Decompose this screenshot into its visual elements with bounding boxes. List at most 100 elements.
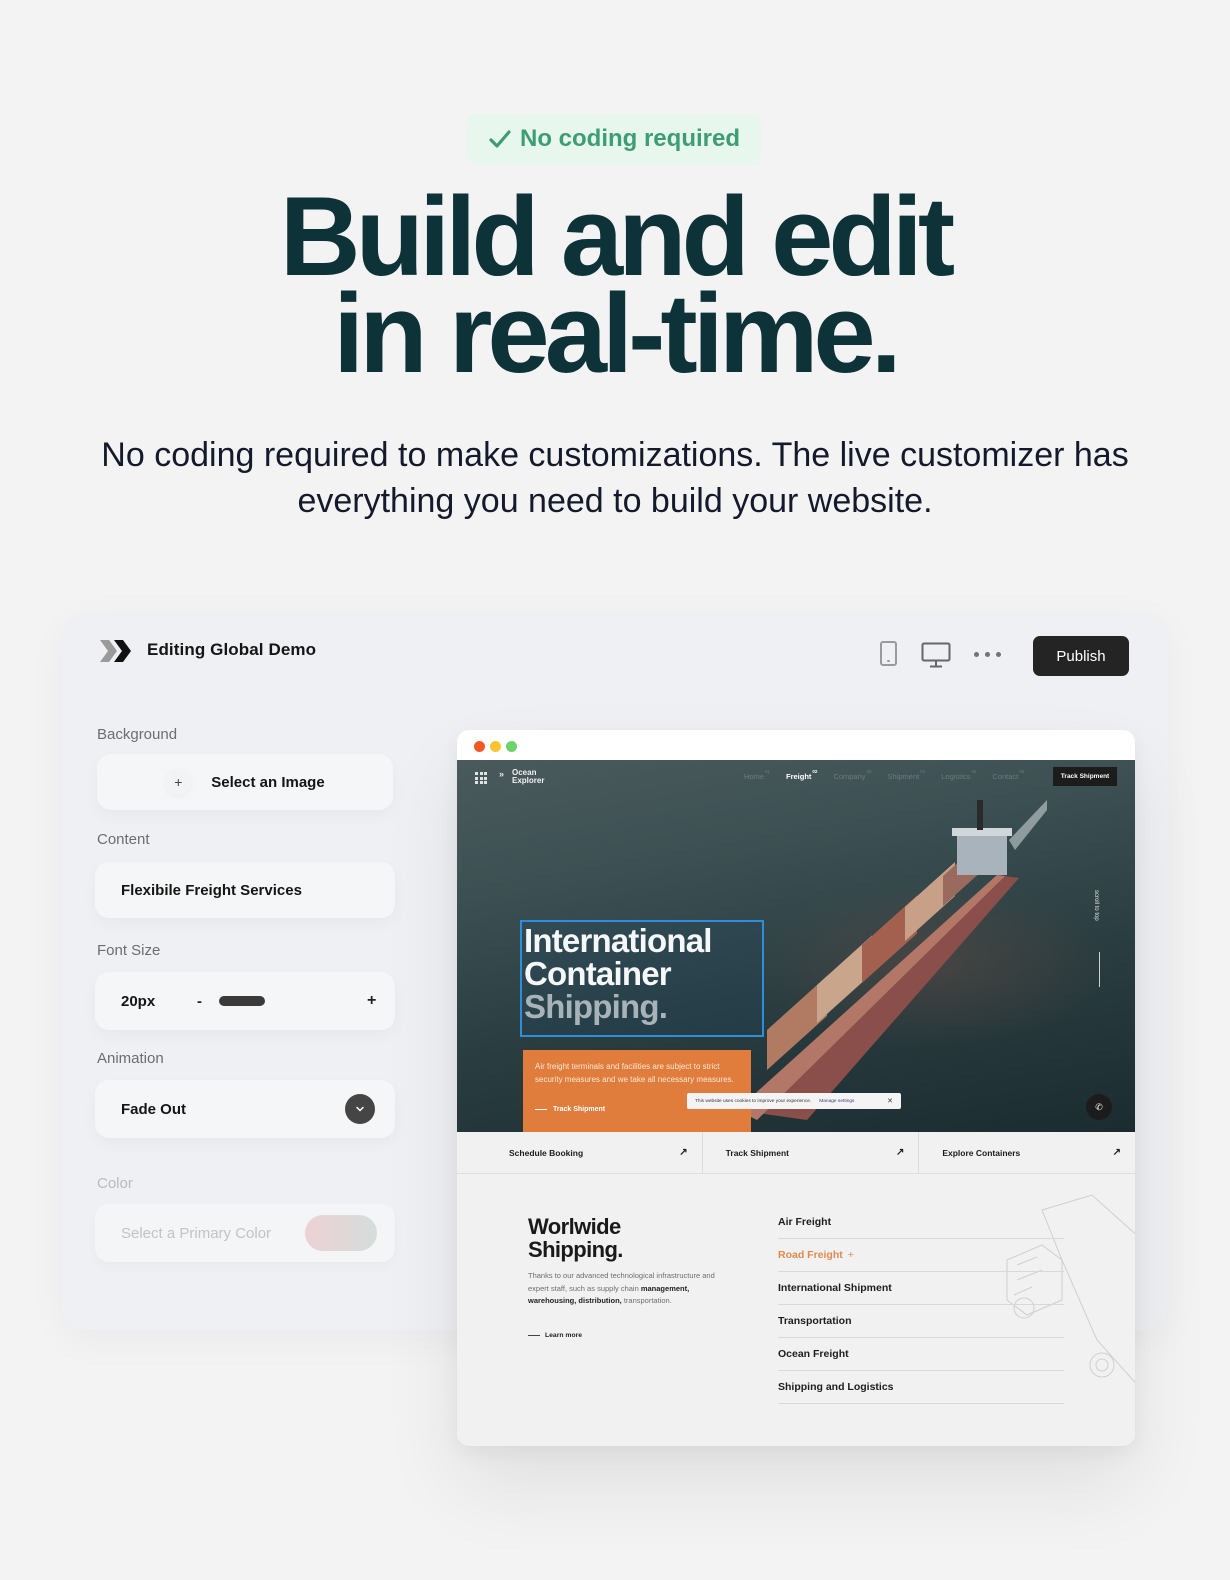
site-brand-name[interactable]: Ocean Explorer <box>512 769 552 785</box>
more-options-icon[interactable] <box>974 649 1006 659</box>
cookie-banner: This website uses cookies to improve you… <box>687 1093 901 1109</box>
badge-label: No coding required <box>519 125 740 152</box>
quick-links-bar: Schedule Booking ↗ Track Shipment ↗ Expl… <box>457 1132 1135 1174</box>
service-label: Road Freight <box>778 1249 843 1261</box>
service-item-international-shipment[interactable]: International Shipment <box>778 1272 1064 1305</box>
close-icon[interactable]: ✕ <box>887 1097 893 1105</box>
nav-label: Contact <box>992 772 1019 781</box>
color-label: Color <box>97 1175 133 1192</box>
quick-link-label: Schedule Booking <box>509 1147 584 1158</box>
quick-link-track-shipment[interactable]: Track Shipment ↗ <box>703 1132 920 1173</box>
learn-more-label: Learn more <box>545 1332 583 1339</box>
track-shipment-nav-button[interactable]: Track Shipment <box>1053 767 1117 786</box>
site-nav-shipment[interactable]: Shipment 04 <box>887 769 926 781</box>
double-chevron-logo-icon <box>100 640 131 662</box>
nav-counter: 04 <box>920 769 926 774</box>
hero-track-link-label: Track Shipment <box>553 1106 606 1113</box>
quick-link-schedule-booking[interactable]: Schedule Booking ↗ <box>457 1132 703 1173</box>
link-dash <box>535 1109 547 1110</box>
background-label: Background <box>97 726 178 743</box>
mobile-device-icon[interactable] <box>880 641 897 666</box>
content-value: Flexibile Freight Services <box>121 881 302 899</box>
nav-counter: 06 <box>1019 769 1025 774</box>
site-nav-logistics[interactable]: Logistics 05 <box>941 769 976 781</box>
animation-label: Animation <box>97 1050 164 1067</box>
nav-label: Freight <box>786 772 812 781</box>
color-placeholder: Select a Primary Color <box>121 1224 272 1242</box>
manage-settings-link[interactable]: Manage settings <box>819 1099 854 1104</box>
plus-icon: + <box>847 1249 854 1261</box>
nav-counter: 05 <box>971 769 977 774</box>
font-size-value: 20px <box>121 992 156 1010</box>
live-preview-window: » Ocean Explorer Home 01 Freight 02 Compan… <box>457 730 1135 1446</box>
scroll-indicator-line <box>1099 952 1100 987</box>
select-image-button[interactable]: + Select an Image <box>97 754 393 810</box>
selected-hero-title[interactable]: International Container Shipping. <box>520 920 764 1037</box>
hero-info-box: Air freight terminals and facilities are… <box>523 1050 751 1132</box>
window-minimize-dot[interactable] <box>490 741 501 752</box>
font-size-control: 20px - + <box>95 972 395 1030</box>
site-nav-freight[interactable]: Freight 02 <box>786 769 817 781</box>
service-label: Shipping and Logistics <box>778 1381 894 1393</box>
worldwide-shipping-body: Thanks to our advanced technological inf… <box>528 1270 728 1308</box>
scroll-to-top-link[interactable]: scroll to top <box>1093 890 1099 921</box>
phone-icon[interactable]: ✆ <box>1086 1094 1112 1120</box>
service-item-road-freight[interactable]: Road Freight + <box>778 1239 1064 1272</box>
menu-grid-icon[interactable] <box>475 772 487 784</box>
body-text-end: transportation. <box>621 1296 672 1305</box>
hero-title-line-1: International <box>524 922 712 959</box>
site-nav-company[interactable]: Company 03 <box>833 769 871 781</box>
window-maximize-dot[interactable] <box>506 741 517 752</box>
animation-dropdown[interactable]: Fade Out <box>95 1080 395 1138</box>
color-swatch[interactable] <box>305 1215 377 1251</box>
page-subheading: No coding required to make customization… <box>101 436 1129 520</box>
desktop-monitor-icon[interactable] <box>921 642 951 668</box>
nav-label: Logistics <box>941 772 971 781</box>
page-headline: Build and edit in real-time. <box>0 181 1230 396</box>
nav-label: Home <box>744 772 765 781</box>
service-label: Air Freight <box>778 1216 832 1228</box>
content-input[interactable]: Flexibile Freight Services <box>95 862 395 918</box>
animation-value: Fade Out <box>121 1100 187 1118</box>
worldwide-shipping-heading: Worlwide Shipping. <box>528 1215 623 1261</box>
service-item-air-freight[interactable]: Air Freight <box>778 1206 1064 1239</box>
heading-line-2: Shipping. <box>528 1237 623 1262</box>
window-close-dot[interactable] <box>474 741 485 752</box>
content-label: Content <box>97 831 150 848</box>
font-size-slider[interactable] <box>219 996 359 1006</box>
site-nav-home[interactable]: Home 01 <box>744 769 770 781</box>
learn-more-link[interactable]: Learn more <box>528 1332 582 1339</box>
font-size-increment-button[interactable]: + <box>367 992 376 1010</box>
container-ship-image <box>747 800 1047 1120</box>
font-size-label: Font Size <box>97 942 161 959</box>
headline-line-2: in real-time. <box>333 271 902 396</box>
no-coding-badge: No coding required <box>467 114 761 164</box>
quick-link-label: Track Shipment <box>725 1147 789 1158</box>
font-size-slider-fill <box>219 996 266 1006</box>
publish-button[interactable]: Publish <box>1033 636 1129 676</box>
hero-track-link[interactable]: Track Shipment <box>535 1106 605 1113</box>
nav-label: Shipment <box>887 772 920 781</box>
primary-color-picker[interactable]: Select a Primary Color <box>95 1204 395 1262</box>
chevron-down-icon[interactable] <box>345 1094 375 1124</box>
nav-counter: 03 <box>866 769 872 774</box>
preview-titlebar <box>457 730 1135 760</box>
hero-title-line-3: Shipping. <box>524 988 668 1025</box>
arrow-up-right-icon: ↗ <box>679 1147 688 1158</box>
arrow-up-right-icon: ↗ <box>895 1147 905 1158</box>
select-image-label: Select an Image <box>211 773 325 791</box>
heading-line-1: Worlwide <box>528 1214 621 1239</box>
brand-line-2: Explorer <box>512 776 545 785</box>
font-size-decrement-button[interactable]: - <box>197 993 202 1010</box>
plus-icon: + <box>165 769 192 795</box>
service-item-shipping-and-logistics[interactable]: Shipping and Logistics <box>778 1371 1064 1404</box>
hero-title-line-2: Container <box>524 955 672 992</box>
service-item-transportation[interactable]: Transportation <box>778 1305 1064 1338</box>
service-item-ocean-freight[interactable]: Ocean Freight <box>778 1338 1064 1371</box>
service-label: Ocean Freight <box>778 1348 849 1360</box>
nav-counter: 01 <box>765 769 771 774</box>
site-logo-icon: » <box>499 769 505 779</box>
quick-link-explore-containers[interactable]: Explore Containers ↗ <box>919 1132 1135 1173</box>
cookie-text: This website uses cookies to improve you… <box>695 1098 812 1104</box>
site-nav-contact[interactable]: Contact 06 <box>992 769 1024 781</box>
